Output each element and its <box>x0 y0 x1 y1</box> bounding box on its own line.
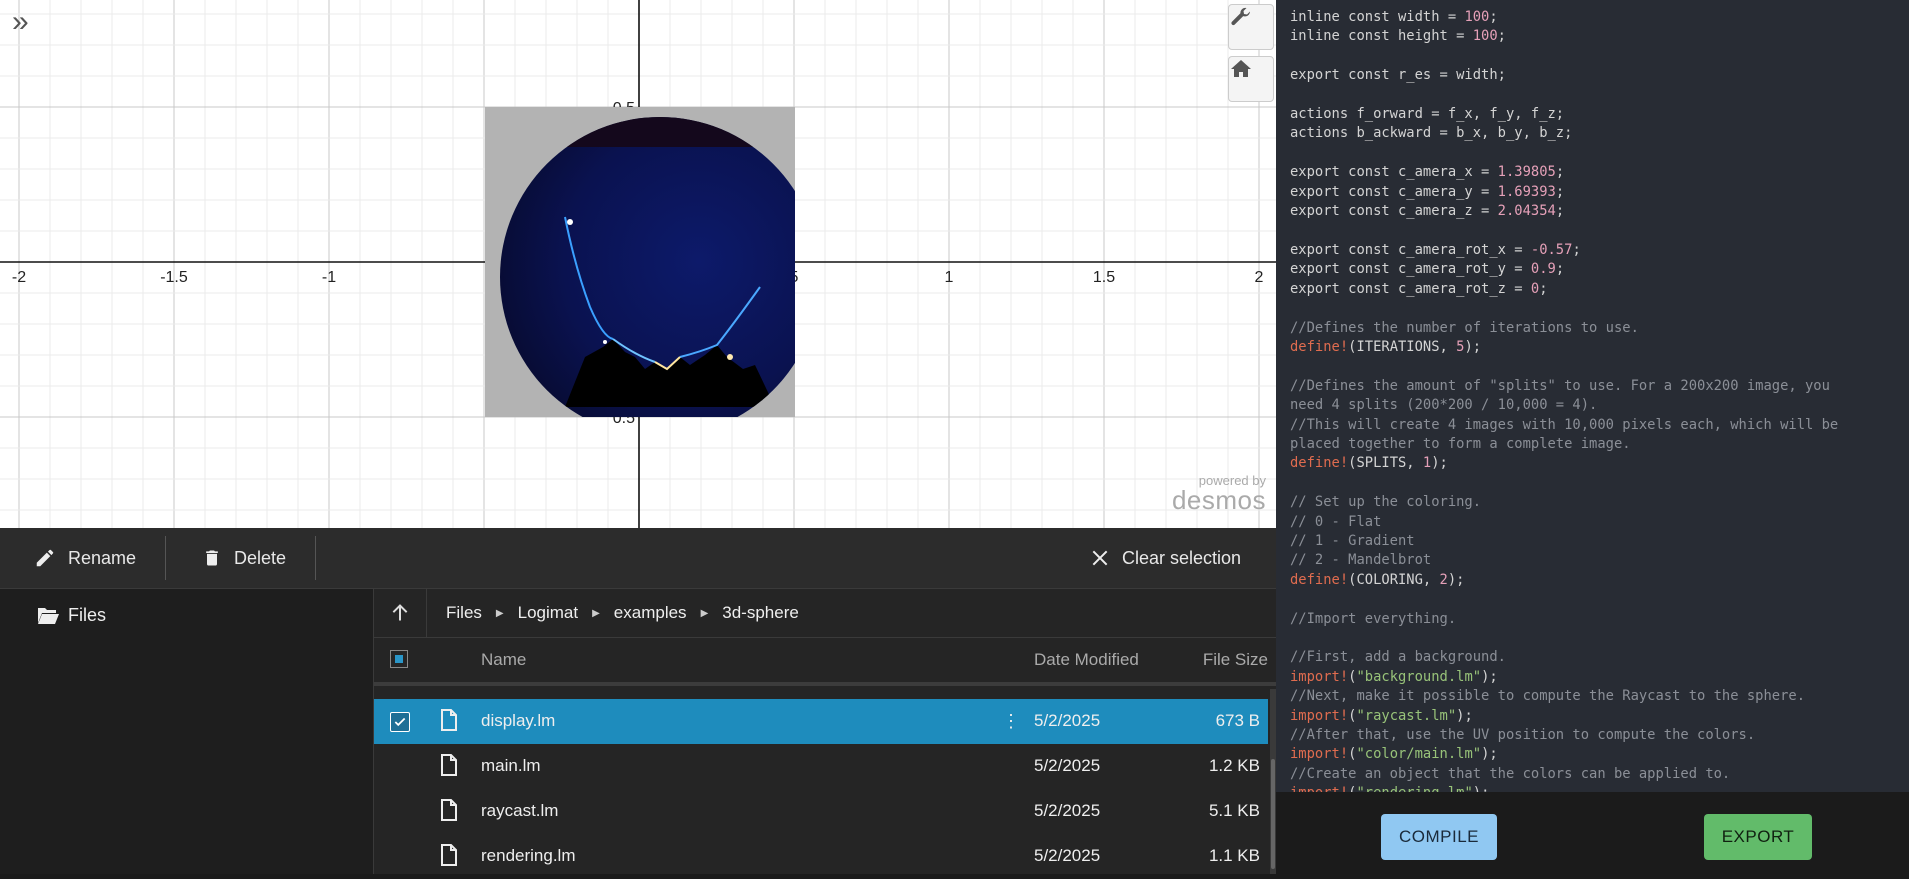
sidebar-item-label: Files <box>68 605 107 625</box>
row-checkbox[interactable] <box>390 712 410 732</box>
desmos-watermark: powered by desmos <box>1171 474 1266 515</box>
column-date-modified[interactable]: Date Modified <box>1034 650 1139 670</box>
code-editor[interactable]: inline const width = 100; inline const h… <box>1276 0 1909 792</box>
file-date: 5/2/2025 <box>1034 801 1101 820</box>
x-tick-label: 1.5 <box>1093 269 1115 286</box>
column-header: Name Date Modified File Size <box>374 638 1276 686</box>
chevron-right-icon: ▶ <box>495 607 504 619</box>
table-row[interactable]: main.lm 5/2/2025 1.2 KB <box>374 744 1268 789</box>
x-tick-label: -1 <box>322 269 336 286</box>
x-tick-label: -1.5 <box>160 269 188 286</box>
file-size: 5.1 KB <box>1208 801 1260 820</box>
file-icon <box>441 754 457 776</box>
arrow-up-icon[interactable] <box>374 589 427 637</box>
file-name: display.lm <box>481 711 556 730</box>
x-tick-label: -2 <box>12 269 26 286</box>
close-icon <box>1092 550 1108 566</box>
breadcrumb: Files ▶ Logimat ▶ examples ▶ 3d-sphere <box>446 603 799 623</box>
chevron-right-icon: ▶ <box>592 607 600 619</box>
mandelbrot-sphere <box>500 117 795 417</box>
chevron-right-icon: ▶ <box>700 607 709 619</box>
file-date: 5/2/2025 <box>1034 756 1101 775</box>
home-icon[interactable] <box>1228 56 1274 102</box>
file-name: main.lm <box>481 756 541 775</box>
file-icon <box>441 709 457 731</box>
expand-chevron-icon[interactable]: » <box>12 7 42 40</box>
delete-label: Delete <box>234 547 287 568</box>
breadcrumb-bar: Files ▶ Logimat ▶ examples ▶ 3d-sphere <box>374 589 1276 638</box>
action-bar: COMPILE EXPORT <box>1276 792 1909 874</box>
desmos-logo-text: desmos <box>1171 485 1266 515</box>
file-toolbar: Rename Delete Clear selection <box>0 528 1276 589</box>
x-tick-label: 2 <box>1255 269 1264 286</box>
file-browser: Files ▶ Logimat ▶ examples ▶ 3d-sphere N… <box>374 589 1276 874</box>
export-button[interactable]: EXPORT <box>1704 814 1812 860</box>
table-row[interactable]: display.lm ⋮ 5/2/2025 673 B <box>374 699 1268 744</box>
toolbar-divider <box>165 536 166 580</box>
x-tick-label: 1 <box>945 269 954 286</box>
code-text[interactable]: inline const width = 100; inline const h… <box>1276 0 1909 792</box>
breadcrumb-files[interactable]: Files <box>446 603 482 623</box>
graph-canvas[interactable]: -2-1.5-1-0511.520.50.5 <box>0 0 1276 528</box>
select-all-checkbox[interactable] <box>390 650 408 668</box>
more-vert-icon[interactable]: ⋮ <box>1002 711 1020 732</box>
breadcrumb-logimat[interactable]: Logimat <box>518 603 578 623</box>
wrench-icon[interactable] <box>1228 4 1274 50</box>
clear-selection-label: Clear selection <box>1122 547 1242 568</box>
breadcrumb-examples[interactable]: examples <box>614 603 687 623</box>
rename-label: Rename <box>68 547 137 568</box>
toolbar-divider <box>315 536 316 580</box>
file-sidebar: Files <box>0 589 374 874</box>
file-size: 673 B <box>1215 711 1260 730</box>
column-name[interactable]: Name <box>481 650 526 670</box>
table-row[interactable]: rendering.lm 5/2/2025 1.1 KB <box>374 834 1268 879</box>
file-name: raycast.lm <box>481 801 559 820</box>
clear-selection-button[interactable]: Clear selection <box>1090 528 1241 588</box>
file-date: 5/2/2025 <box>1034 711 1101 730</box>
file-date: 5/2/2025 <box>1034 846 1101 865</box>
column-file-size[interactable]: File Size <box>1203 650 1268 670</box>
file-size: 1.1 KB <box>1208 846 1260 865</box>
file-icon <box>441 799 457 821</box>
breadcrumb-3d-sphere[interactable]: 3d-sphere <box>722 603 799 623</box>
rendered-sphere-image <box>485 107 795 417</box>
compile-button[interactable]: COMPILE <box>1381 814 1497 860</box>
table-row[interactable]: raycast.lm 5/2/2025 5.1 KB <box>374 789 1268 834</box>
pencil-icon <box>36 549 54 567</box>
file-icon <box>441 844 457 866</box>
rename-button[interactable]: Rename <box>34 528 136 588</box>
folder-open-icon <box>38 607 59 624</box>
sidebar-item-files[interactable]: Files <box>36 605 106 626</box>
file-name: rendering.lm <box>481 846 576 865</box>
file-size: 1.2 KB <box>1208 756 1260 775</box>
trash-icon <box>206 550 218 566</box>
delete-button[interactable]: Delete <box>202 528 286 588</box>
